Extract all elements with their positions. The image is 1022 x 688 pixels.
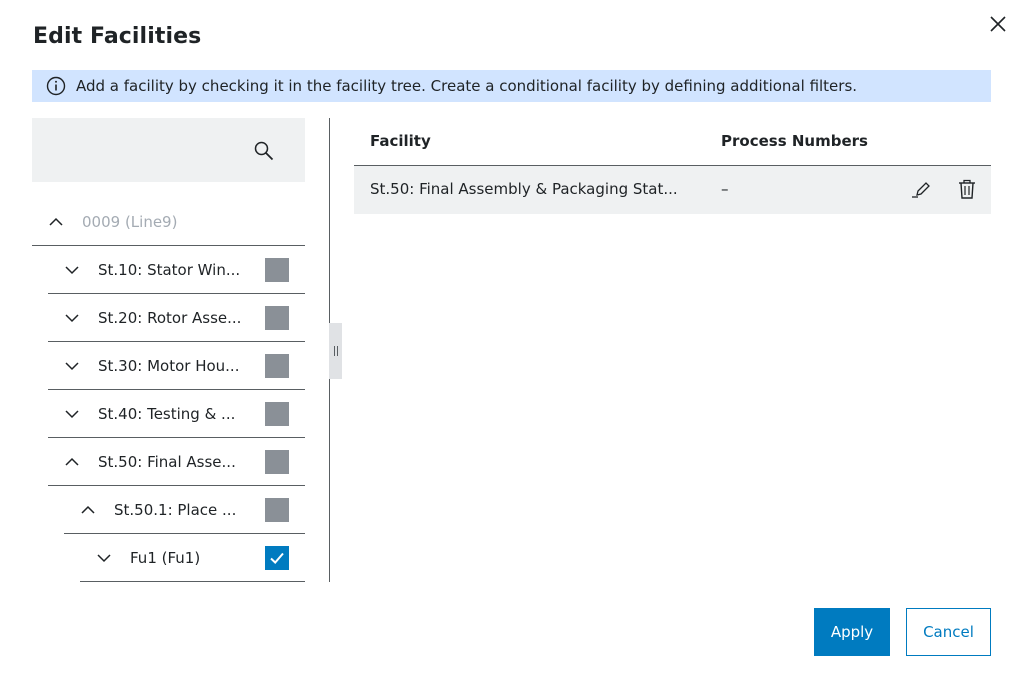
panel-resize-handle[interactable] [329,323,342,379]
tree-item[interactable]: St.10: Stator Win... [48,246,305,294]
chevron-down-icon[interactable] [64,406,80,422]
chevron-down-icon[interactable] [64,358,80,374]
chevron-down-icon[interactable] [96,550,112,566]
tree-item-label: St.50: Final Asse... [98,452,236,471]
tree-item-checkbox[interactable] [265,257,289,282]
info-icon [46,76,66,96]
cancel-button[interactable]: Cancel [906,608,991,656]
tree-item-checkbox[interactable] [265,401,289,426]
column-header-facility[interactable]: Facility [370,132,431,150]
tree-item-label: St.30: Motor Hou... [98,356,240,375]
tree-item-label: St.20: Rotor Asse... [98,308,242,327]
tree-item[interactable]: St.50: Final Asse... [48,438,305,486]
tree-item[interactable]: St.30: Motor Hou... [48,342,305,390]
tree-root-label: 0009 (Line9) [82,212,178,231]
tree-item[interactable]: St.50.1: Place ... [64,486,305,534]
table-header: Facility Process Numbers [354,118,991,166]
apply-button[interactable]: Apply [814,608,890,656]
tree-item[interactable]: Fu1 (Fu1) [80,534,305,582]
tree-item-checkbox-checked[interactable] [265,545,289,570]
tree-root[interactable]: 0009 (Line9) [32,198,305,246]
search-icon[interactable] [252,139,276,163]
tree-item-checkbox[interactable] [265,449,289,474]
info-banner-text: Add a facility by checking it in the fac… [76,77,858,95]
tree-item-checkbox[interactable] [265,353,289,378]
tree-item[interactable]: St.40: Testing & ... [48,390,305,438]
grip-icon [333,346,338,356]
chevron-up-icon[interactable] [80,502,96,518]
info-banner: Add a facility by checking it in the fac… [32,70,991,102]
chevron-down-icon[interactable] [64,262,80,278]
chevron-up-icon[interactable] [64,454,80,470]
close-icon[interactable] [986,12,1010,36]
tree-item-label: St.10: Stator Win... [98,260,241,279]
tree-item-label: St.50.1: Place ... [114,500,237,519]
tree-item-checkbox[interactable] [265,497,289,522]
edit-icon[interactable] [909,178,933,202]
column-header-process-numbers[interactable]: Process Numbers [721,132,868,150]
table-row[interactable]: St.50: Final Assembly & Packaging Stat..… [354,166,991,214]
chevron-down-icon[interactable] [64,310,80,326]
delete-icon[interactable] [955,177,979,201]
tree-item-label: St.40: Testing & ... [98,404,236,423]
tree-item-checkbox[interactable] [265,305,289,330]
checkmark-icon [270,552,284,564]
facility-cell: St.50: Final Assembly & Packaging Stat..… [370,180,678,198]
process-numbers-cell: – [721,180,729,198]
tree-item-label: Fu1 (Fu1) [130,548,201,567]
chevron-up-icon[interactable] [48,214,64,230]
dialog-title: Edit Facilities [33,24,202,49]
tree-item[interactable]: St.20: Rotor Asse... [48,294,305,342]
